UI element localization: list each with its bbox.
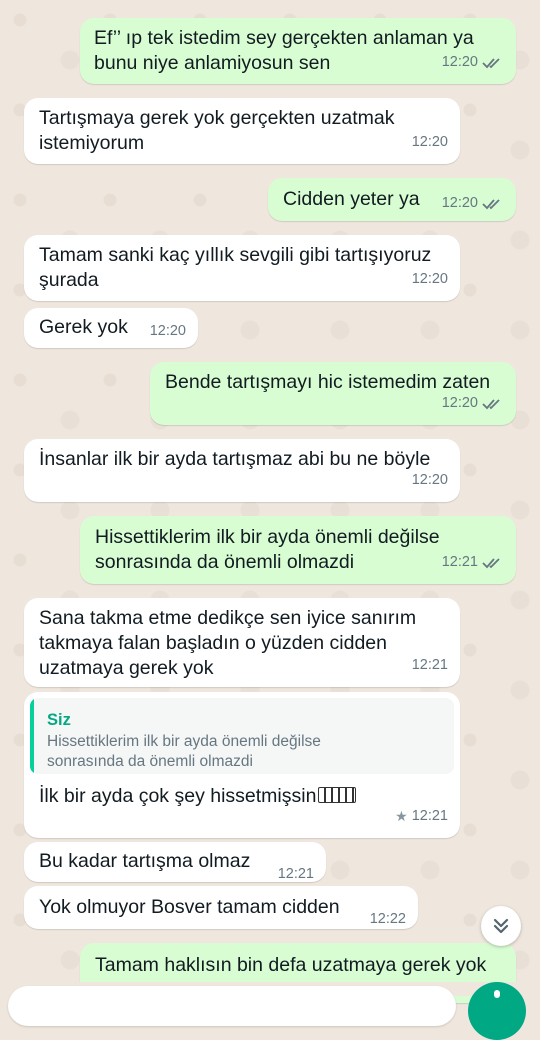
message-text: Gerek yok: [39, 316, 128, 338]
quote-accent-bar: [30, 698, 34, 774]
message-text: İnsanlar ilk bir ayda tartışmaz abi bu n…: [39, 448, 431, 470]
double-check-icon: [482, 398, 500, 409]
message-text: Cidden yeter ya: [283, 188, 420, 210]
message-bubble-outgoing[interactable]: Ef’’ ıp tek istedim sey gerçekten anlama…: [80, 18, 516, 84]
message-meta: 12:21: [442, 550, 504, 575]
double-chevron-down-icon: [493, 918, 509, 934]
quoted-message[interactable]: Siz Hissettiklerim ilk bir ayda önemli d…: [30, 698, 454, 774]
message-bubble-incoming[interactable]: Tartışmaya gerek yok gerçekten uzatmak i…: [24, 98, 460, 164]
message-meta: 12:20: [412, 130, 448, 155]
message-bubble-outgoing[interactable]: Cidden yeter ya 12:20: [268, 178, 516, 221]
message-meta: 12:20: [150, 319, 186, 344]
quote-author: Siz: [47, 711, 71, 729]
message-bubble-outgoing[interactable]: Hissettiklerim ilk bir ayda önemli değil…: [80, 516, 516, 584]
message-meta: 12:20: [412, 267, 448, 292]
message-text: Ef’’ ıp tek istedim sey gerçekten anlama…: [94, 27, 474, 74]
message-bubble-outgoing[interactable]: Bende tartışmayı hic istemedim zaten 12:…: [150, 362, 516, 425]
message-text: Tartışmaya gerek yok gerçekten uzatmak i…: [39, 107, 395, 154]
double-check-icon: [482, 57, 500, 68]
message-text: Sana takma etme dedikçe sen iyice sanırı…: [39, 607, 417, 679]
message-meta: ★ 12:21: [395, 804, 448, 829]
message-meta: 12:22: [370, 907, 406, 932]
scroll-to-bottom-button[interactable]: [481, 906, 521, 946]
message-time: 12:20: [149, 323, 186, 339]
message-meta: 12:20: [442, 50, 504, 75]
message-meta: 12:21: [412, 653, 448, 678]
message-bubble-incoming[interactable]: Yok olmuyor Bosver tamam cidden 12:22: [24, 886, 418, 929]
message-time: 12:20: [441, 195, 478, 211]
mic-button[interactable]: [468, 982, 526, 1040]
mic-icon: [494, 990, 500, 998]
star-icon: ★: [395, 808, 408, 824]
message-time: 12:21: [277, 866, 314, 882]
message-bubble-incoming[interactable]: İnsanlar ilk bir ayda tartışmaz abi bu n…: [24, 439, 460, 502]
double-check-icon: [482, 557, 500, 568]
message-meta: 12:20: [442, 191, 504, 216]
message-text: Yok olmuyor Bosver tamam cidden: [39, 896, 340, 918]
message-text: Hissettiklerim ilk bir ayda önemli değil…: [95, 526, 440, 573]
emoji-sticker-icon: [318, 787, 357, 803]
message-bubble-incoming[interactable]: Tamam sanki kaç yıllık sevgili gibi tart…: [24, 235, 460, 301]
message-time: 12:20: [411, 134, 448, 150]
message-time: 12:20: [411, 472, 448, 488]
message-meta: 12:20: [442, 391, 504, 416]
message-time: 12:22: [369, 911, 406, 927]
message-input[interactable]: [8, 986, 456, 1026]
message-time: 12:20: [411, 271, 448, 287]
message-bubble-reply[interactable]: Siz Hissettiklerim ilk bir ayda önemli d…: [24, 692, 460, 838]
double-check-icon: [482, 198, 500, 209]
message-bubble-incoming[interactable]: Sana takma etme dedikçe sen iyice sanırı…: [24, 598, 460, 687]
message-text: İlk bir ayda çok şey hissetmişsin: [39, 785, 317, 807]
message-time: 12:21: [411, 808, 448, 824]
message-time: 12:21: [411, 657, 448, 673]
quote-text: Hissettiklerim ilk bir ayda önemli değil…: [47, 733, 321, 770]
message-time: 12:20: [441, 54, 478, 70]
message-time: 12:21: [441, 554, 478, 570]
message-text: Tamam sanki kaç yıllık sevgili gibi tart…: [39, 244, 432, 291]
message-bubble-incoming[interactable]: Bu kadar tartışma olmaz 12:21: [24, 842, 326, 882]
message-meta: 12:20: [412, 468, 448, 493]
message-meta: 12:21: [278, 862, 314, 887]
message-time: 12:20: [441, 395, 478, 411]
message-text-row: İlk bir ayda çok şey hissetmişsin: [39, 784, 357, 809]
message-text: Tamam haklısın bin defa uzatmaya gerek y…: [95, 954, 487, 976]
message-bubble-incoming[interactable]: Gerek yok 12:20: [24, 308, 198, 348]
message-text: Bu kadar tartışma olmaz: [39, 850, 251, 872]
